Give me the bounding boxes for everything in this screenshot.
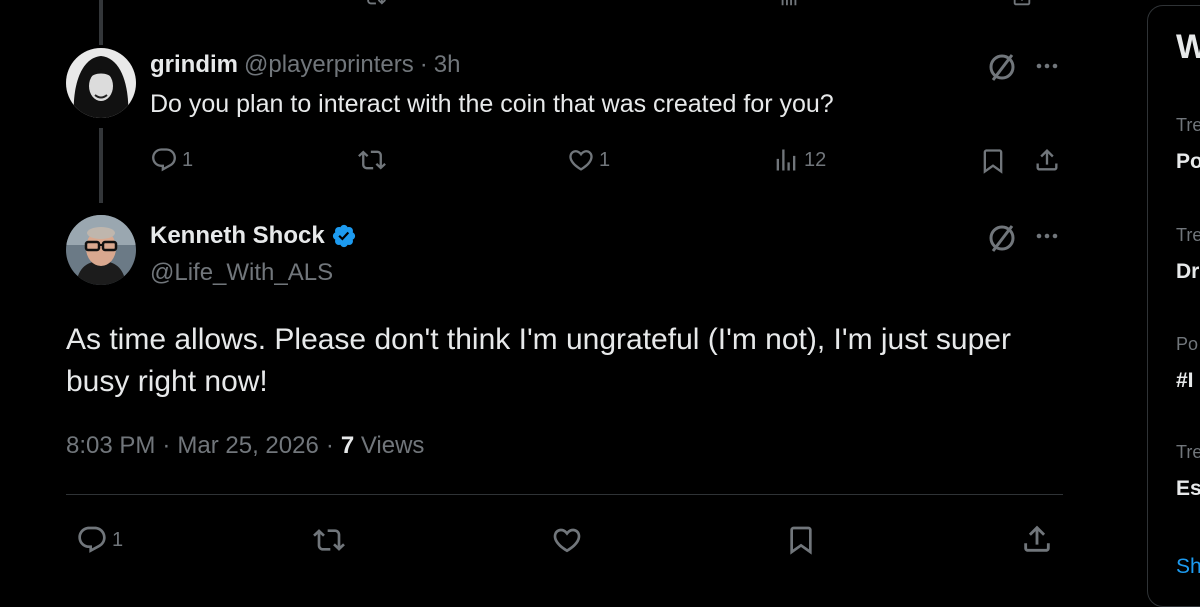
retweet-icon	[311, 524, 347, 556]
separator: ·	[325, 432, 334, 459]
separator: ·	[162, 432, 171, 459]
trend-meta: Tre	[1176, 442, 1200, 462]
more-icon[interactable]	[1034, 56, 1060, 76]
trend-title[interactable]: Es	[1176, 477, 1200, 501]
like-button[interactable]: 1	[567, 146, 610, 174]
show-more-link[interactable]: Sh	[1176, 555, 1200, 579]
handle[interactable]: @playerprinters	[244, 51, 414, 79]
share-icon	[1033, 146, 1061, 174]
post-date[interactable]: Mar 25, 2026	[177, 432, 318, 460]
post-text: As time allows. Please don't think I'm u…	[66, 323, 1011, 398]
views-count: 7	[340, 432, 355, 459]
thread-connector	[99, 128, 103, 203]
reply-button[interactable]: 1	[150, 146, 193, 174]
avatar[interactable]	[66, 48, 136, 118]
grok-icon[interactable]	[985, 50, 1019, 84]
bookmark-button[interactable]	[979, 146, 1007, 176]
share-icon[interactable]	[1010, 0, 1034, 14]
retweet-button[interactable]	[357, 146, 387, 174]
grok-icon[interactable]	[985, 221, 1019, 255]
author-name-row: Kenneth Shock	[150, 222, 357, 250]
reply-count: 1	[182, 148, 194, 171]
reply-button[interactable]: 1	[76, 524, 123, 556]
trend-title[interactable]: Po	[1176, 150, 1200, 174]
views-button[interactable]: 12	[772, 146, 826, 174]
trends-panel	[1147, 5, 1200, 607]
reply-header: grindim @playerprinters · 3h	[150, 51, 460, 79]
post-time[interactable]: 8:03 PM	[66, 432, 155, 460]
retweet-button[interactable]	[311, 524, 347, 556]
reply-count: 1	[112, 528, 124, 551]
reply-text: Do you plan to interact with the coin th…	[150, 90, 834, 118]
like-icon	[550, 524, 584, 556]
like-count: 1	[599, 148, 611, 171]
handle[interactable]: @Life_With_ALS	[150, 259, 333, 287]
trend-title[interactable]: Dr	[1176, 260, 1199, 284]
divider	[66, 494, 1063, 495]
trend-meta: Tre	[1176, 115, 1200, 135]
trends-heading: W	[1176, 28, 1200, 66]
trend-title[interactable]: #I	[1176, 369, 1194, 393]
reply-icon	[150, 146, 178, 174]
trend-meta: Tre	[1176, 225, 1200, 245]
display-name[interactable]: grindim	[150, 51, 238, 79]
views-stat[interactable]: 7 Views	[341, 432, 425, 460]
display-name[interactable]: Kenneth Shock	[150, 222, 325, 250]
post-meta: 8:03 PM · Mar 25, 2026 · 7 Views	[66, 432, 424, 460]
views-icon	[772, 146, 800, 174]
more-icon[interactable]	[1034, 226, 1060, 246]
like-button[interactable]	[550, 524, 584, 556]
like-icon	[567, 146, 595, 174]
share-button[interactable]	[1033, 146, 1061, 174]
views-icon[interactable]	[777, 0, 801, 14]
views-label: Views	[360, 432, 425, 459]
retweet-icon[interactable]	[362, 0, 388, 14]
bookmark-icon	[785, 522, 817, 558]
thread-connector-top	[99, 0, 103, 45]
timestamp[interactable]: 3h	[434, 51, 461, 79]
separator: ·	[419, 51, 428, 78]
view-count: 12	[804, 148, 827, 171]
bookmark-icon	[979, 146, 1007, 176]
verified-badge-icon	[331, 223, 357, 249]
reply-icon	[76, 524, 108, 556]
retweet-icon	[357, 146, 387, 174]
trend-meta: Po	[1176, 334, 1199, 354]
bookmark-button[interactable]	[785, 522, 817, 558]
share-button[interactable]	[1020, 522, 1054, 556]
share-icon	[1020, 522, 1054, 556]
avatar[interactable]	[66, 215, 136, 285]
